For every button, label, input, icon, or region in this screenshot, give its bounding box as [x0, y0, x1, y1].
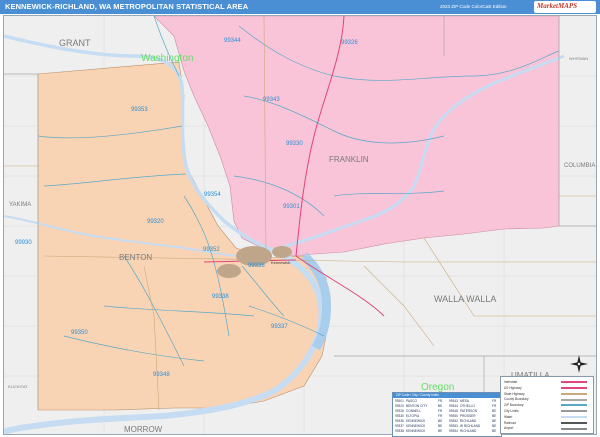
map-frame: KENNEWICK-RICHLAND, WA METROPOLITAN STAT…: [0, 0, 600, 437]
zip-index-county: FR: [438, 414, 443, 418]
zip-index-county: BE: [492, 409, 497, 413]
zip-index-code: 99336: [395, 419, 404, 423]
brand-logo: MarketMAPS: [534, 1, 596, 13]
zip-index-city: PROSSER: [460, 414, 476, 418]
zip-index-city: CONNELL: [406, 409, 422, 413]
zip-index-header: ZIP Code / City / County Index: [393, 393, 501, 398]
zip-index-county: FR: [492, 399, 497, 403]
zip-index-code: 99344: [449, 404, 458, 408]
zip-index-county: BE: [438, 424, 443, 428]
zip-label: 99337: [271, 324, 288, 330]
brand-logo-text: MarketMAPS: [537, 2, 578, 10]
zip-index-code: 99354: [449, 429, 458, 433]
zip-index-code: 99301: [395, 399, 404, 403]
zip-index-code: 99320: [395, 404, 404, 408]
zip-index-code: 99337: [395, 424, 404, 428]
county-label-grant: GRANT: [59, 38, 91, 48]
legend-swatch: [561, 416, 587, 418]
zip-index-county: BE: [492, 419, 497, 423]
county-label-whitman: WHITMAN: [569, 56, 588, 61]
zip-index-city: PASCO: [406, 399, 417, 403]
legend-swatch: [561, 427, 587, 430]
map-legend: Interstate US Highway State Highway County …: [500, 376, 594, 434]
legend-item-label: County Boundary: [504, 397, 529, 402]
zip-index-city: ELTOPIA: [406, 414, 420, 418]
zip-index-code: 99343: [449, 399, 458, 403]
legend-item-label: Interstate: [504, 380, 518, 384]
legend-swatch: [561, 392, 587, 395]
zip-index-county: BE: [438, 419, 443, 423]
zip-index-code: 99330: [395, 414, 404, 418]
title-bar: KENNEWICK-RICHLAND, WA METROPOLITAN STAT…: [0, 0, 600, 14]
county-label-morrow: MORROW: [124, 425, 163, 434]
county-label-walla-walla: WALLA WALLA: [434, 294, 496, 304]
zip-index-county: BE: [492, 424, 497, 428]
zip-index-city: KENNEWICK: [406, 419, 426, 423]
zip-index-county: FR: [438, 399, 443, 403]
zip-index-code: 99348: [449, 409, 458, 413]
legend-swatch: [561, 387, 587, 389]
legend-item-label: State Highway: [504, 391, 525, 396]
legend-swatch: [561, 398, 587, 401]
legend-item-label: Airport: [504, 426, 514, 431]
legend-item-label: City Limits: [504, 409, 519, 413]
zip-label: 99343: [263, 97, 280, 103]
zip-index-county: FR: [492, 404, 497, 408]
legend-swatch: [561, 381, 587, 384]
zip-index-county: FR: [438, 409, 443, 413]
map-svg: GRANT YAKIMA BENTON FRANKLIN WALLA WALLA…: [4, 16, 596, 434]
zip-index-code: 99350: [449, 414, 458, 418]
legend-swatch: [561, 410, 587, 413]
zip-label: 99353: [131, 107, 148, 113]
zip-index-city: W RICHLAND: [460, 424, 481, 428]
legend-item-label: US Highway: [504, 385, 522, 390]
zip-index-county: BE: [438, 429, 443, 433]
zip-index-city: BENTON CITY: [406, 404, 428, 408]
zip-index-city: PATERSON: [460, 409, 478, 413]
county-label-benton: BENTON: [119, 253, 152, 262]
zip-label: 99301: [283, 204, 300, 210]
county-label-franklin: FRANKLIN: [329, 155, 369, 164]
zip-index-city: RICHLAND: [460, 429, 477, 433]
zip-index-table: ZIP Code / City / County Index 99301 PASC…: [392, 392, 502, 437]
zip-index-code: 99352: [449, 419, 458, 423]
zip-index-county: BE: [492, 414, 497, 418]
city-label-kennewick: Kennewick: [271, 260, 290, 265]
zip-label: 99348: [153, 372, 170, 378]
zip-label: 99354: [204, 192, 221, 198]
zip-index-county: BE: [492, 429, 497, 433]
legend-swatch: [561, 421, 587, 424]
map-title: KENNEWICK-RICHLAND, WA METROPOLITAN STAT…: [5, 2, 249, 11]
zip-index-city: OTHELLO: [460, 404, 475, 408]
legend-item-label: Railroad: [504, 420, 516, 425]
zip-label: 99330: [286, 141, 303, 147]
zip-label: 99326: [341, 40, 358, 46]
zip-index-city: KENNEWICK: [406, 429, 426, 433]
zip-label: 99320: [147, 219, 164, 225]
county-label-columbia: COLUMBIA: [564, 163, 595, 169]
zip-label: 99336: [248, 263, 265, 269]
legend-swatch: [561, 404, 587, 407]
state-label-washington: Washington: [141, 53, 193, 64]
zip-label: 99350: [71, 330, 88, 336]
zip-label: 99338: [212, 294, 229, 300]
map-canvas[interactable]: GRANT YAKIMA BENTON FRANKLIN WALLA WALLA…: [3, 15, 597, 435]
zip-label: 99344: [224, 38, 241, 44]
zip-label: 99352: [203, 247, 220, 253]
edition-label: 2023 ZIP Code ColorCast Edition: [440, 4, 507, 9]
county-label-klickitat: KLICKITAT: [8, 384, 28, 389]
zip-index-city: RICHLAND: [460, 419, 477, 423]
zip-index-code: 99326: [395, 409, 404, 413]
zip-index-code: 99338: [395, 429, 404, 433]
zip-index-city: KENNEWICK: [406, 424, 426, 428]
zip-label: 99930: [15, 240, 32, 246]
legend-item-label: Water: [504, 414, 513, 419]
zip-index-county: BE: [438, 404, 443, 408]
zip-index-code: 99353: [449, 424, 458, 428]
legend-item-label: ZIP Boundary: [504, 403, 524, 408]
county-label-yakima: YAKIMA: [9, 202, 31, 208]
zip-index-city: MESA: [460, 399, 470, 403]
